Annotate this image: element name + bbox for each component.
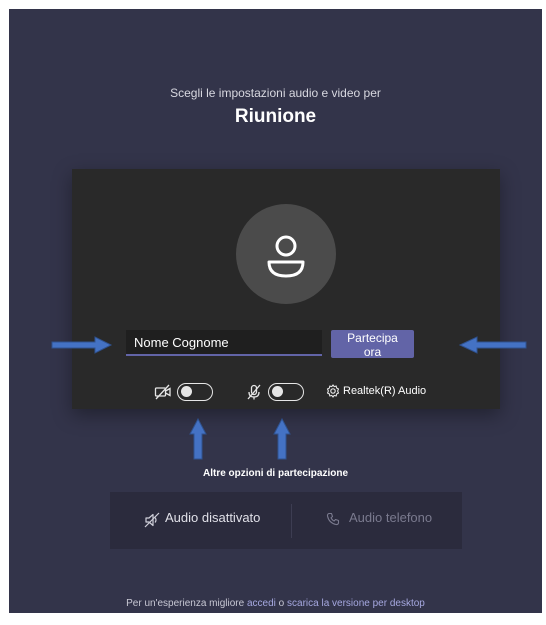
footer-connector: o: [278, 598, 285, 609]
camera-off-icon: [154, 384, 171, 400]
more-join-options-label: Altre opzioni di partecipazione: [202, 468, 348, 479]
speaker-off-icon: [144, 512, 160, 528]
device-controls: Realtek(R) Audio: [72, 381, 500, 405]
arrow-right-icon: [51, 336, 113, 354]
meeting-title: Riunione: [234, 106, 317, 127]
person-icon: [267, 235, 305, 278]
join-now-button[interactable]: Partecipa ora: [331, 330, 414, 359]
mic-off-icon: [247, 384, 261, 400]
divider: [291, 504, 292, 538]
audio-device-settings[interactable]: Realtek(R) Audio: [343, 385, 426, 397]
avatar: [236, 204, 336, 304]
audio-off-option[interactable]: Audio disattivato: [165, 510, 260, 525]
camera-toggle-knob: [181, 386, 192, 397]
camera-toggle[interactable]: [177, 383, 213, 401]
phone-audio-option[interactable]: Audio telefono: [349, 510, 432, 525]
download-desktop-link[interactable]: scarica la versione per desktop: [287, 598, 425, 609]
mic-toggle-knob: [272, 386, 283, 397]
gear-icon[interactable]: [326, 384, 340, 398]
arrow-left-icon: [459, 336, 527, 354]
arrow-up-icon: [189, 418, 207, 460]
audio-options-panel: Audio disattivato Audio telefono: [110, 492, 462, 549]
footer-note: Per un'esperienza migliore accedi o scar…: [9, 598, 542, 609]
mic-toggle[interactable]: [268, 383, 304, 401]
video-preview-panel: Partecipa ora Rea: [72, 169, 500, 409]
footer-text: Per un'esperienza migliore: [126, 598, 245, 609]
page-subtitle: Scegli le impostazioni audio e video per: [170, 86, 381, 100]
signin-link[interactable]: accedi: [247, 598, 276, 609]
meeting-prejoin-screen: Scegli le impostazioni audio e video per…: [9, 9, 542, 613]
arrow-up-icon: [273, 418, 291, 460]
name-input[interactable]: [126, 330, 322, 356]
phone-icon: [326, 512, 340, 526]
